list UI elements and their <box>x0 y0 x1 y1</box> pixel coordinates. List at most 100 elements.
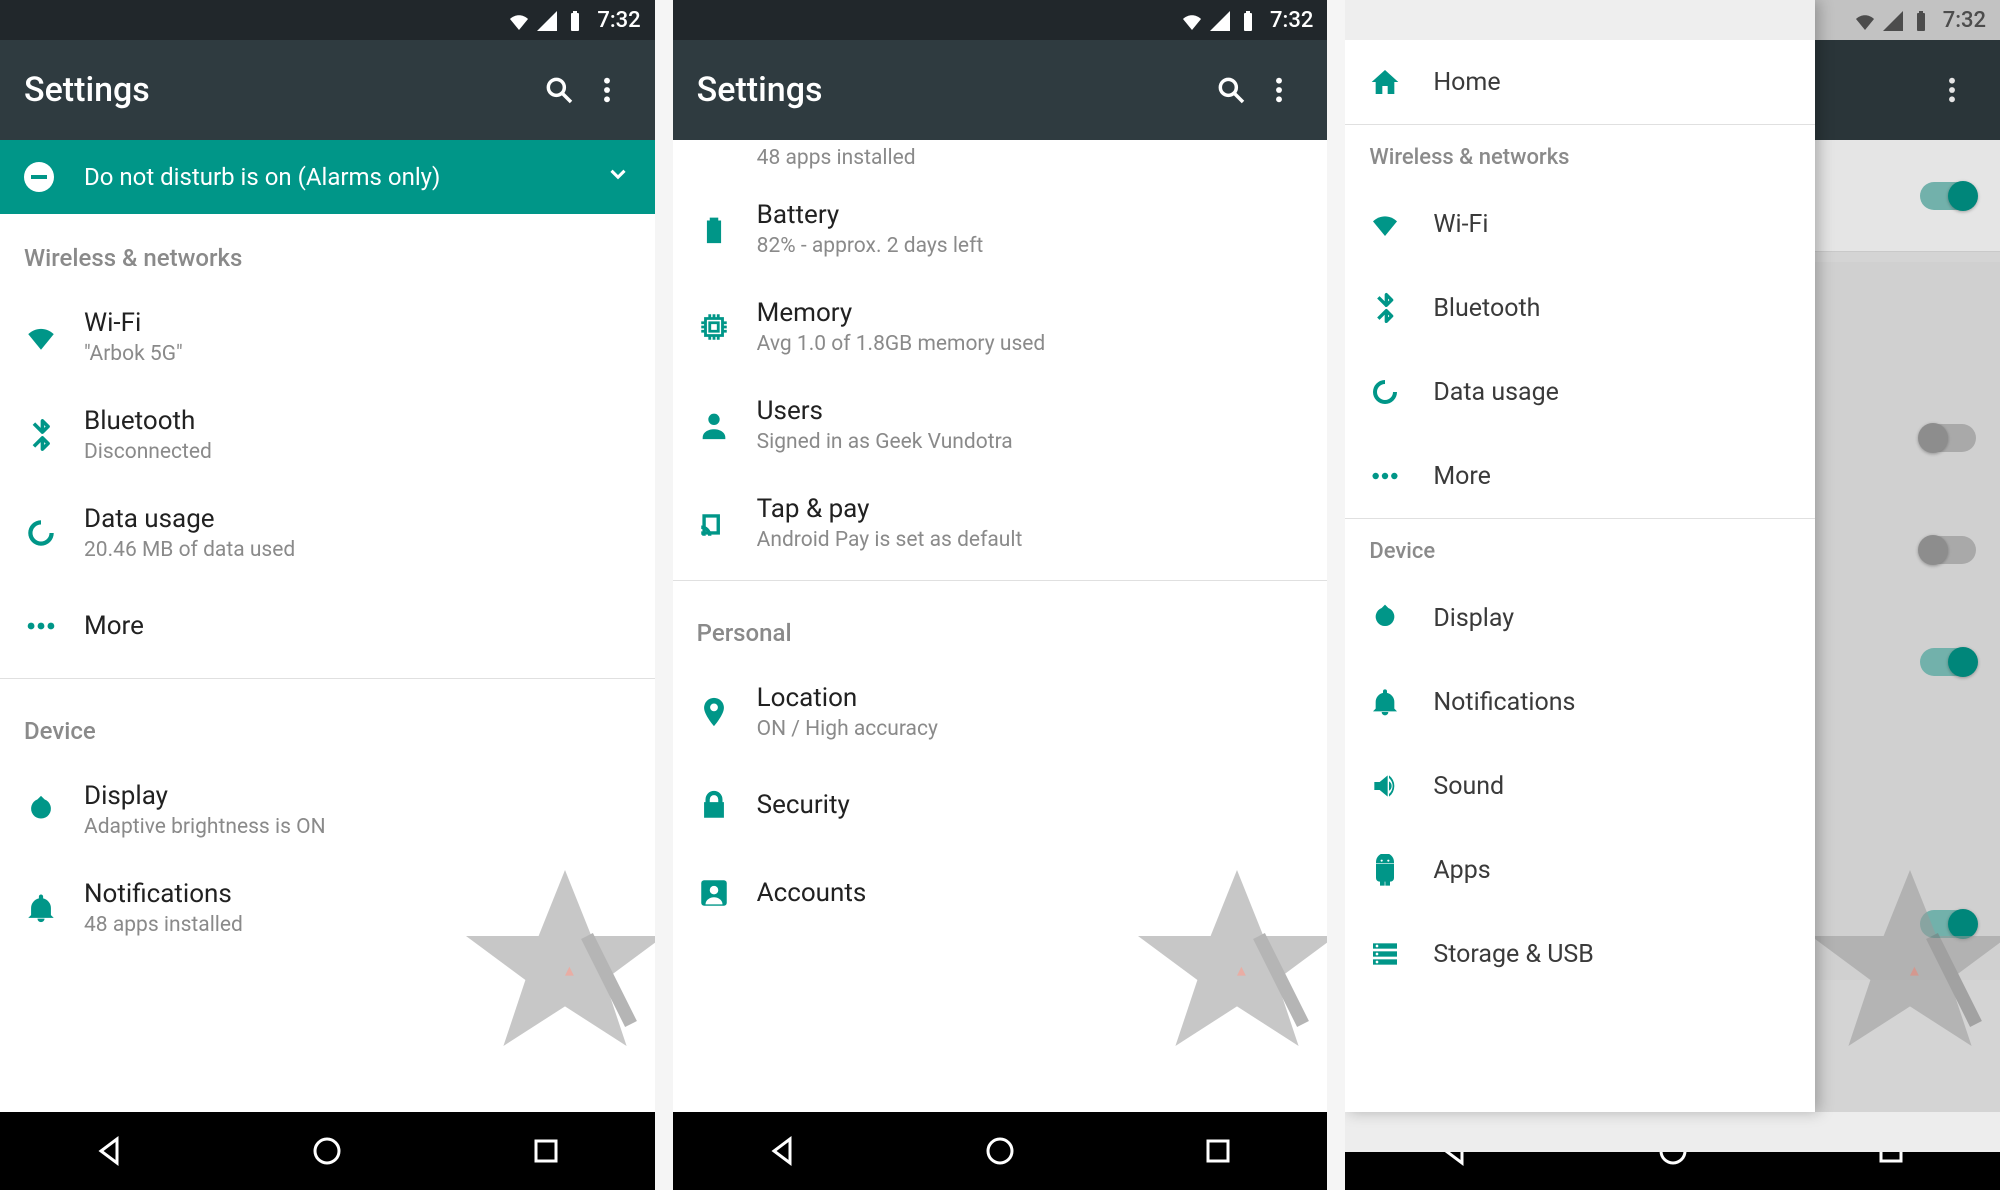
drawer-item-notifications[interactable]: Notifications <box>1345 660 1815 744</box>
nav-back-button[interactable] <box>79 1121 139 1181</box>
bell-icon <box>24 891 84 925</box>
row-data-usage[interactable]: Data usage 20.46 MB of data used <box>0 484 655 582</box>
drawer-label: Storage & USB <box>1433 940 1594 969</box>
nav-back-button[interactable] <box>752 1121 812 1181</box>
drawer-header-device: Device <box>1345 519 1815 576</box>
phone-screen-3: 7:32 Home <box>1345 0 2000 1190</box>
page-title: Settings <box>24 70 535 110</box>
section-device: Device <box>0 687 655 761</box>
row-users[interactable]: Users Signed in as Geek Vundotra <box>673 376 1328 474</box>
nav-bar <box>0 1112 655 1190</box>
overflow-menu-button[interactable] <box>1928 66 1976 114</box>
nav-recent-button[interactable] <box>1188 1121 1248 1181</box>
row-security[interactable]: Security <box>673 761 1328 849</box>
row-title: More <box>84 611 144 641</box>
dnd-banner[interactable]: Do not disturb is on (Alarms only) <box>0 140 655 214</box>
signal-status-icon <box>1208 9 1230 31</box>
section-wireless: Wireless & networks <box>0 214 655 288</box>
switch-off[interactable] <box>1920 424 1976 452</box>
home-icon <box>1369 66 1433 98</box>
drawer-item-bluetooth[interactable]: Bluetooth <box>1345 266 1815 350</box>
drawer-item-wifi[interactable]: Wi-Fi <box>1345 182 1815 266</box>
row-wifi[interactable]: Wi-Fi "Arbok 5G" <box>0 288 655 386</box>
drawer-item-more[interactable]: More <box>1345 434 1815 518</box>
row-bluetooth[interactable]: Bluetooth Disconnected <box>0 386 655 484</box>
data-usage-icon <box>1369 376 1433 408</box>
switch-off[interactable] <box>1920 536 1976 564</box>
user-icon <box>697 408 757 442</box>
drawer-label: Data usage <box>1433 378 1559 407</box>
phone-screen-2: 7:32 Settings 48 apps installed Battery … <box>673 0 1328 1190</box>
drawer-item-display[interactable]: Display <box>1345 576 1815 660</box>
row-subtitle: Android Pay is set as default <box>757 528 1023 552</box>
row-display[interactable]: Display Adaptive brightness is ON <box>0 761 655 859</box>
page-title: Settings <box>697 70 1208 110</box>
row-subtitle: 20.46 MB of data used <box>84 538 295 562</box>
overflow-menu-button[interactable] <box>583 66 631 114</box>
row-tap-pay[interactable]: Tap & pay Android Pay is set as default <box>673 474 1328 572</box>
drawer-item-data-usage[interactable]: Data usage <box>1345 350 1815 434</box>
switch-on[interactable] <box>1920 648 1976 676</box>
row-memory[interactable]: Memory Avg 1.0 of 1.8GB memory used <box>673 278 1328 376</box>
drawer-label: Sound <box>1433 772 1504 801</box>
chevron-down-icon <box>605 161 631 193</box>
row-notifications[interactable]: Notifications 48 apps installed <box>0 859 655 957</box>
memory-icon <box>697 310 757 344</box>
row-subtitle: 82% - approx. 2 days left <box>757 234 984 258</box>
row-more[interactable]: More <box>0 582 655 670</box>
bluetooth-icon <box>24 418 84 452</box>
search-button[interactable] <box>535 66 583 114</box>
divider <box>0 678 655 679</box>
row-accounts[interactable]: Accounts <box>673 849 1328 937</box>
wifi-switch[interactable] <box>1920 182 1976 210</box>
wifi-icon <box>24 320 84 354</box>
drawer-item-apps[interactable]: Apps <box>1345 828 1815 912</box>
drawer-statusbar-spacer <box>1345 0 1815 40</box>
dnd-minus-icon <box>24 162 54 192</box>
bell-icon <box>1369 686 1433 718</box>
row-title: Location <box>757 683 938 713</box>
battery-icon <box>697 212 757 246</box>
overflow-menu-button[interactable] <box>1255 66 1303 114</box>
row-subtitle: ON / High accuracy <box>757 717 938 741</box>
row-subtitle: Avg 1.0 of 1.8GB memory used <box>757 332 1046 356</box>
settings-list[interactable]: 48 apps installed Battery 82% - approx. … <box>673 140 1328 1112</box>
display-icon <box>24 793 84 827</box>
battery-status-icon <box>1909 9 1931 31</box>
status-bar: 7:32 <box>673 0 1328 40</box>
settings-list[interactable]: Wireless & networks Wi-Fi "Arbok 5G" Blu… <box>0 214 655 1112</box>
nav-recent-button[interactable] <box>516 1121 576 1181</box>
drawer-header-wireless: Wireless & networks <box>1345 125 1815 182</box>
row-battery[interactable]: Battery 82% - approx. 2 days left <box>673 180 1328 278</box>
row-location[interactable]: Location ON / High accuracy <box>673 663 1328 761</box>
nav-home-button[interactable] <box>297 1121 357 1181</box>
drawer-item-home[interactable]: Home <box>1345 40 1815 124</box>
row-subtitle: Disconnected <box>84 440 212 464</box>
drawer-item-storage[interactable]: Storage & USB <box>1345 912 1815 996</box>
row-title: Wi-Fi <box>84 308 183 338</box>
nav-home-button[interactable] <box>970 1121 1030 1181</box>
nav-drawer[interactable]: Home Wireless & networks Wi-Fi Bluetooth… <box>1345 0 1815 1112</box>
row-subtitle: Signed in as Geek Vundotra <box>757 430 1013 454</box>
row-title: Notifications <box>84 879 243 909</box>
storage-icon <box>1369 938 1433 970</box>
status-bar: 7:32 <box>0 0 655 40</box>
account-icon <box>697 876 757 910</box>
signal-status-icon <box>1881 9 1903 31</box>
row-title: Tap & pay <box>757 494 1023 524</box>
drawer-item-sound[interactable]: Sound <box>1345 744 1815 828</box>
row-title: Memory <box>757 298 1046 328</box>
sound-icon <box>1369 770 1433 802</box>
dnd-text: Do not disturb is on (Alarms only) <box>84 163 440 191</box>
switch-on[interactable] <box>1920 910 1976 938</box>
drawer-label: Wi-Fi <box>1433 210 1488 239</box>
wifi-icon <box>1369 208 1433 240</box>
status-time: 7:32 <box>1270 8 1313 33</box>
more-icon <box>1369 460 1433 492</box>
search-button[interactable] <box>1207 66 1255 114</box>
drawer-label: Notifications <box>1433 688 1575 717</box>
nav-bar <box>673 1112 1328 1190</box>
row-title: Display <box>84 781 326 811</box>
android-icon <box>1369 854 1433 886</box>
app-bar: Settings <box>673 40 1328 140</box>
